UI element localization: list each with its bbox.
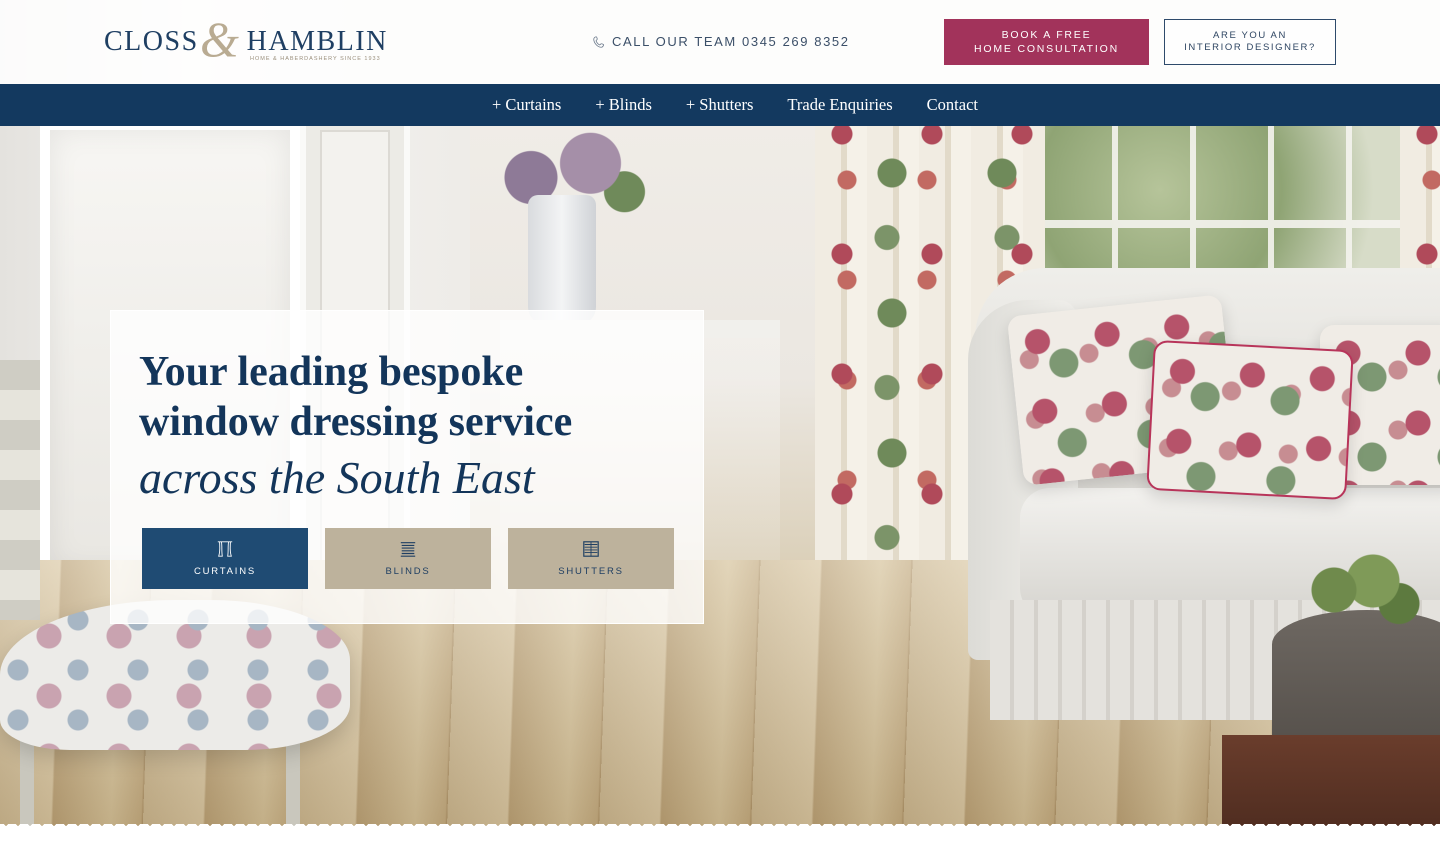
chair-back xyxy=(0,360,40,620)
nav-item-curtains[interactable]: + Curtains xyxy=(492,95,561,115)
brand-logo[interactable]: CLOSS HAMBLIN & HOME & HABERDASHERY SINCE… xyxy=(104,14,386,66)
headline-italic: across the South East xyxy=(139,452,535,503)
curtains-button-label: CURTAINS xyxy=(193,566,257,577)
curtains-button[interactable]: CURTAINS xyxy=(142,528,308,589)
phone-label: CALL OUR TEAM 0345 269 8352 xyxy=(612,34,850,49)
blinds-button-label: BLINDS xyxy=(385,566,431,577)
nav-item-contact[interactable]: Contact xyxy=(927,95,978,115)
logo-name-left: CLOSS xyxy=(104,26,199,57)
blinds-icon xyxy=(400,542,416,557)
page-footer-strip xyxy=(0,836,1440,864)
designer-button-line1: ARE YOU AN xyxy=(1213,30,1287,41)
jug-vase xyxy=(528,195,596,325)
nav-item-trade-enquiries[interactable]: Trade Enquiries xyxy=(787,95,892,115)
call-link[interactable]: CALL OUR TEAM 0345 269 8352 xyxy=(592,34,850,49)
curtains-icon xyxy=(217,541,233,557)
designer-button-line2: INTERIOR DESIGNER? xyxy=(1184,42,1316,53)
hero-headline: Your leading bespoke window dressing ser… xyxy=(139,347,679,447)
consult-button-line1: BOOK A FREE xyxy=(1001,29,1092,41)
headline-line1: Your leading bespoke xyxy=(139,349,524,395)
shutters-button[interactable]: SHUTTERS xyxy=(508,528,674,589)
site-header: CLOSS HAMBLIN & HOME & HABERDASHERY SINCE… xyxy=(0,0,1440,84)
nav-item-shutters[interactable]: + Shutters xyxy=(686,95,754,115)
logo-ampersand: & xyxy=(200,11,239,67)
phone-icon xyxy=(593,35,605,48)
blinds-button[interactable]: BLINDS xyxy=(325,528,491,589)
logo-tagline: HOME & HABERDASHERY SINCE 1933 xyxy=(250,56,381,62)
logo-name-right: HAMBLIN xyxy=(246,26,388,57)
interior-designer-button[interactable]: ARE YOU AN INTERIOR DESIGNER? xyxy=(1164,19,1336,65)
hero-card: Your leading bespoke window dressing ser… xyxy=(110,310,704,624)
shutters-icon xyxy=(583,541,599,557)
floral-cushion xyxy=(1146,339,1354,501)
category-buttons: CURTAINS BLINDS SHUTTERS xyxy=(142,528,674,589)
book-consultation-button[interactable]: BOOK A FREE HOME CONSULTATION xyxy=(944,19,1149,65)
headline-line2: window dressing service xyxy=(139,399,573,445)
hydrangea-plant xyxy=(1295,545,1425,635)
shutters-button-label: SHUTTERS xyxy=(558,566,624,577)
nav-list: + Curtains + Blinds + Shutters Trade Enq… xyxy=(0,84,1440,126)
nav-item-blinds[interactable]: + Blinds xyxy=(595,95,652,115)
main-nav: + Curtains + Blinds + Shutters Trade Enq… xyxy=(0,84,1440,126)
consult-button-line2: HOME CONSULTATION xyxy=(974,43,1119,55)
logo-wordmark: CLOSS HAMBLIN xyxy=(104,26,388,58)
